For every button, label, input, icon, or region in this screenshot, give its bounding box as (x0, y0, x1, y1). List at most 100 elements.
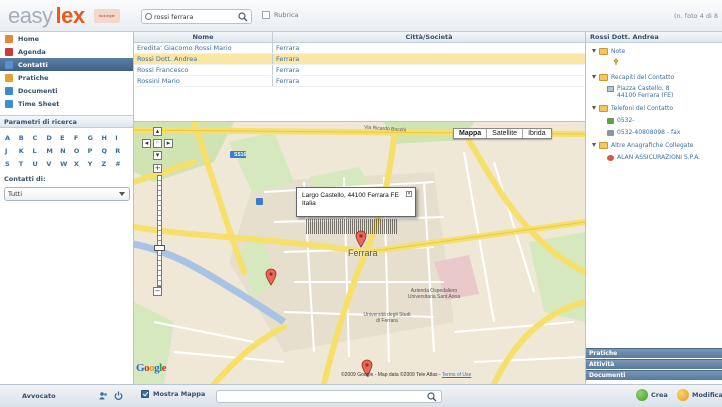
letter-filter-y[interactable]: Y (88, 160, 102, 168)
crea-button[interactable]: Crea (636, 389, 668, 401)
zoom-in-icon[interactable]: + (153, 164, 162, 173)
map-type-ibrida[interactable]: Ibrida (523, 129, 551, 138)
zoom-slider-thumb[interactable] (154, 245, 165, 251)
tab-pratiche[interactable]: Pratiche (586, 348, 722, 358)
telefoni-label: Telefoni del Contatto (611, 104, 673, 112)
letter-filter-u[interactable]: U (33, 160, 47, 168)
terms-of-use-link[interactable]: Terms of Use (442, 372, 471, 378)
letter-filter-o[interactable]: O (74, 147, 88, 155)
power-icon[interactable] (114, 391, 123, 400)
phone-entry-1[interactable]: 0532- (592, 114, 722, 126)
sidebar-item-pratiche[interactable]: Pratiche (0, 71, 133, 84)
tree-node-note[interactable]: Note (592, 45, 722, 57)
column-header-nome[interactable]: Nome (134, 32, 273, 42)
table-header: Nome Città/Società (134, 32, 585, 43)
letter-filter-c[interactable]: C (33, 134, 47, 142)
note-label: Note (611, 47, 626, 55)
tree-node-telefoni[interactable]: Telefoni del Contatto (592, 102, 722, 114)
contact-name-title: Rossi Dott. Andrea (586, 32, 722, 43)
tree-node-anagrafiche[interactable]: Altre Anagrafiche Collegate (592, 139, 722, 151)
letter-filter-a[interactable]: A (5, 134, 19, 142)
table-row[interactable]: Rossini Mario Ferrara (134, 76, 585, 87)
letter-filter-l[interactable]: L (33, 147, 47, 155)
modifica-button[interactable]: Modifica (677, 389, 722, 401)
letter-filter-g[interactable]: G (88, 134, 102, 142)
add-icon (636, 389, 648, 401)
letter-filter-s[interactable]: S (5, 160, 19, 168)
crea-label: Crea (651, 391, 668, 399)
logo-badge: studio legale (93, 9, 120, 23)
anagrafiche-label: Altre Anagrafiche Collegate (611, 141, 694, 149)
cell-city: Ferrara (276, 66, 300, 74)
letter-filter-z[interactable]: Z (101, 160, 115, 168)
pan-down-icon[interactable]: ▾ (153, 151, 162, 160)
column-header-citta[interactable]: Città/Società (273, 32, 585, 42)
map-type-selector: Mappa Satellite Ibrida (453, 128, 552, 139)
letter-filter-i[interactable]: I (115, 134, 129, 142)
letter-filter-h[interactable]: H (101, 134, 115, 142)
sidebar-item-label: Documenti (18, 86, 58, 95)
letter-filter-v[interactable]: V (46, 160, 60, 168)
letter-filter-t[interactable]: T (19, 160, 33, 168)
tree-node-recapiti[interactable]: Recapiti del Contatto (592, 71, 722, 83)
letter-filter-q[interactable]: Q (101, 147, 115, 155)
sidebar-item-contatti[interactable]: Contatti (0, 58, 133, 71)
contatti-select[interactable]: Tutti (4, 187, 130, 201)
zoom-slider[interactable] (157, 175, 162, 287)
letter-filter-k[interactable]: K (19, 147, 33, 155)
letter-filter-n[interactable]: N (60, 147, 74, 155)
letter-filter-e[interactable]: E (60, 134, 74, 142)
logo-text-lex: lex (55, 3, 85, 28)
table-row[interactable]: Rossi Francesco Ferrara (134, 65, 585, 76)
rubrica-label: Rubrica (274, 11, 299, 19)
pan-up-icon[interactable]: ▴ (153, 127, 162, 136)
sidebar-item-documenti[interactable]: Documenti (0, 84, 133, 97)
phone-entry-2[interactable]: 0532-40808098 - fax (592, 126, 722, 139)
recapiti-label: Recapiti del Contatto (611, 73, 675, 81)
map-marker-icon[interactable] (355, 230, 367, 248)
letter-filter-hash[interactable]: # (115, 160, 129, 168)
tab-attivita[interactable]: Attività (586, 359, 722, 369)
expand-arrow-icon (592, 143, 596, 147)
app-logo[interactable]: easy lex studio legale (8, 3, 120, 28)
tab-documenti[interactable]: Documenti (586, 370, 722, 380)
letter-filter-b[interactable]: B (19, 134, 33, 142)
search-icon[interactable] (238, 12, 248, 22)
search-icon[interactable] (427, 392, 437, 402)
linked-entry[interactable]: ALAN ASSICURAZIONI S.P.A. (592, 151, 722, 161)
letter-filter-m[interactable]: M (46, 147, 60, 155)
map-search-box[interactable] (216, 390, 442, 403)
mostra-mappa-toggle[interactable]: Mostra Mappa (141, 390, 205, 398)
map-view[interactable]: SS16 Via Ricardo Bocchi Azienda Ospedali… (134, 122, 585, 384)
top-search-box[interactable] (141, 9, 252, 24)
mostra-mappa-checkbox[interactable] (141, 390, 149, 398)
letter-filter-j[interactable]: J (5, 147, 19, 155)
map-type-mappa[interactable]: Mappa (454, 129, 488, 138)
rubrica-checkbox[interactable] (262, 11, 270, 19)
letter-filter-p[interactable]: P (88, 147, 102, 155)
top-search-input[interactable] (154, 11, 234, 22)
letter-filter-f[interactable]: F (74, 134, 88, 142)
users-icon[interactable] (99, 391, 108, 400)
map-search-input[interactable] (221, 392, 421, 401)
map-type-satellite[interactable]: Satellite (487, 129, 524, 138)
address-entry[interactable]: Piazza Castello, 8 44100 Ferrara (FE) (592, 83, 722, 102)
letter-filter-d[interactable]: D (46, 134, 60, 142)
sidebar-item-agenda[interactable]: Agenda (0, 45, 133, 58)
pan-right-icon[interactable]: ▸ (164, 139, 173, 148)
pan-center-icon[interactable]: ◦ (153, 139, 162, 148)
letter-filter-r[interactable]: R (115, 147, 129, 155)
sidebar-item-time-sheet[interactable]: Time Sheet (0, 97, 133, 110)
close-icon[interactable]: × (406, 191, 412, 197)
letter-filter-w[interactable]: W (60, 160, 74, 168)
zoom-out-icon[interactable]: − (153, 287, 162, 296)
table-row[interactable]: Rossi Dott. Andrea Ferrara (134, 54, 585, 65)
table-row[interactable]: Eredita' Giacomo Rossi Mario Ferrara (134, 43, 585, 54)
sidebar-item-home[interactable]: Home (0, 32, 133, 45)
map-copyright-text: ©2009 Google - Map data ©2009 Tele Atlas… (341, 372, 441, 378)
pan-left-icon[interactable]: ◂ (142, 139, 151, 148)
map-marker-icon[interactable] (265, 268, 277, 286)
letter-filter-x[interactable]: X (74, 160, 88, 168)
university-label: Università degli Studi di Ferrara (363, 312, 411, 324)
rubrica-toggle[interactable]: Rubrica (262, 11, 299, 19)
